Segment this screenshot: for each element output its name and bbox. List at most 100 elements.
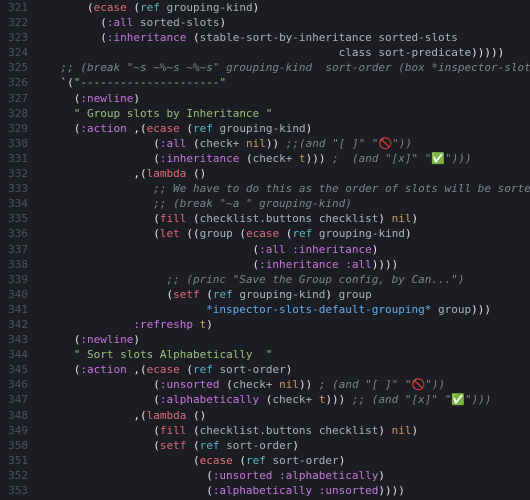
token-kw: :all <box>259 243 286 256</box>
token-var: check+ <box>253 152 293 165</box>
token-pn: ) <box>405 227 412 240</box>
code-line[interactable]: (setf (ref grouping-kind) group <box>34 287 530 302</box>
code-line[interactable]: (:newline) <box>34 91 530 106</box>
code-line[interactable]: (:inheritance (stable-sort-by-inheritanc… <box>34 30 530 45</box>
token-var: sort-order <box>226 439 292 452</box>
token-pn: ))) <box>306 152 326 165</box>
token-sym: setf <box>173 288 200 301</box>
token-cmt: ")) <box>425 378 445 391</box>
token-nil: nil <box>392 212 412 225</box>
token-pn: ( <box>186 439 199 452</box>
code-line[interactable]: (fill (checklist.buttons checklist) nil) <box>34 423 530 438</box>
line-number: 330 <box>0 136 34 151</box>
token-pn: ( <box>153 152 160 165</box>
code-line[interactable]: ;; (princ "Save the Group config, by Can… <box>34 272 530 287</box>
code-line[interactable]: class sort-predicate))))) <box>34 45 530 60</box>
code-line[interactable]: (:all (check+ nil)) ;;(and "[ ]" "🚫")) <box>34 136 530 151</box>
token-sym: ecase <box>147 363 180 376</box>
line-number: 324 <box>0 45 34 60</box>
code-line[interactable]: ,(lambda () <box>34 166 530 181</box>
code-line[interactable]: (let ((group (ecase (ref grouping-kind) <box>34 226 530 241</box>
code-line[interactable]: ;; We have to do this as the order of sl… <box>34 181 530 196</box>
token-kw: :all <box>345 258 372 271</box>
token-pn: ( <box>233 454 246 467</box>
token-pn <box>312 484 319 497</box>
code-line[interactable]: (:inheritance (check+ t))) ; (and "[x]" … <box>34 151 530 166</box>
token-pn: ) <box>339 454 346 467</box>
token-pn: )))) <box>378 484 405 497</box>
code-line[interactable]: ,(lambda () <box>34 408 530 423</box>
code-line[interactable]: (:unsorted :alphabetically) <box>34 468 530 483</box>
token-pn: ( <box>100 16 107 29</box>
token-fn: ref <box>246 454 266 467</box>
code-line[interactable]: :refreshp t) <box>34 317 530 332</box>
line-number: 339 <box>0 272 34 287</box>
token-var: checklist.buttons <box>200 212 313 225</box>
code-line[interactable]: " Sort slots Alphabetically " <box>34 347 530 362</box>
line-number: 346 <box>0 377 34 392</box>
token-kw: :refreshp <box>133 318 193 331</box>
code-line[interactable]: (:inheritance :all)))) <box>34 257 530 272</box>
token-pn: ) <box>412 212 419 225</box>
line-number: 326 <box>0 75 34 90</box>
token-cmt: ;; We have to do this as the order of sl… <box>153 182 530 195</box>
token-pn: ( <box>87 1 94 14</box>
token-kw: :alphabetically <box>160 393 259 406</box>
code-area[interactable]: (ecase (ref grouping-kind) (:all sorted-… <box>34 0 530 498</box>
token-pn: ,( <box>133 122 146 135</box>
line-number: 353 <box>0 483 34 498</box>
token-pn: ) <box>133 92 140 105</box>
code-line[interactable]: (:alphabetically (check+ t))) ;; (and "[… <box>34 392 530 407</box>
token-var: sorted-slots <box>378 31 457 44</box>
code-line[interactable]: (setf (ref sort-order) <box>34 438 530 453</box>
line-number: 336 <box>0 226 34 241</box>
token-sym: lambda <box>147 167 187 180</box>
code-line[interactable]: (ecase (ref sort-order) <box>34 453 530 468</box>
code-line[interactable]: " Group slots by Inheritance " <box>34 106 530 121</box>
code-line[interactable]: (:all :inheritance) <box>34 242 530 257</box>
token-sym: ecase <box>200 454 233 467</box>
code-line[interactable]: ;; (break "~a " grouping-kind) <box>34 196 530 211</box>
token-pn: ( <box>180 363 193 376</box>
line-number: 352 <box>0 468 34 483</box>
line-number: 329 <box>0 121 34 136</box>
code-line[interactable]: ;; (break "~s ~%~s ~%~s" grouping-kind s… <box>34 60 530 75</box>
token-pn: ( <box>193 454 200 467</box>
code-line[interactable]: (:action ,(ecase (ref grouping-kind) <box>34 121 530 136</box>
token-kw: :unsorted <box>319 484 379 497</box>
code-line[interactable]: (:action ,(ecase (ref sort-order) <box>34 362 530 377</box>
code-line[interactable]: (fill (checklist.buttons checklist) nil) <box>34 211 530 226</box>
token-cmt: "))) <box>465 393 492 406</box>
token-pn: ( <box>153 378 160 391</box>
line-number: 323 <box>0 30 34 45</box>
token-var: check+ <box>272 393 312 406</box>
token-sym: fill <box>160 212 187 225</box>
line-number: 327 <box>0 91 34 106</box>
token-pn: ( <box>200 288 213 301</box>
token-pn: ) <box>306 122 313 135</box>
line-number: 334 <box>0 196 34 211</box>
token-glb: *inspector-slots-default-grouping* <box>206 303 431 316</box>
code-editor[interactable]: 3213223233243253263273283293303313323333… <box>0 0 530 500</box>
line-number: 340 <box>0 287 34 302</box>
code-line[interactable]: *inspector-slots-default-grouping* group… <box>34 302 530 317</box>
code-line[interactable]: (:alphabetically :unsorted)))) <box>34 483 530 498</box>
token-sym: ecase <box>246 227 279 240</box>
code-line[interactable]: (:unsorted (check+ nil)) ; (and "[ ]" "🚫… <box>34 377 530 392</box>
token-pn <box>312 227 319 240</box>
token-str: " Group slots by Inheritance " <box>74 107 273 120</box>
token-pn <box>312 212 319 225</box>
token-emoji: 🚫 <box>378 137 392 150</box>
code-line[interactable]: `("---------------------" <box>34 75 530 90</box>
code-line[interactable]: (:newline) <box>34 332 530 347</box>
code-line[interactable]: (:all sorted-slots) <box>34 15 530 30</box>
token-str: " Sort slots Alphabetically " <box>74 348 273 361</box>
token-var: grouping-kind <box>319 227 405 240</box>
token-var: group <box>339 288 372 301</box>
token-pn: ) <box>286 363 293 376</box>
code-line[interactable]: (ecase (ref grouping-kind) <box>34 0 530 15</box>
token-pn: )) <box>299 378 319 391</box>
token-fn: ref <box>193 122 213 135</box>
token-pn: ( <box>186 137 199 150</box>
token-var: checklist <box>319 212 379 225</box>
